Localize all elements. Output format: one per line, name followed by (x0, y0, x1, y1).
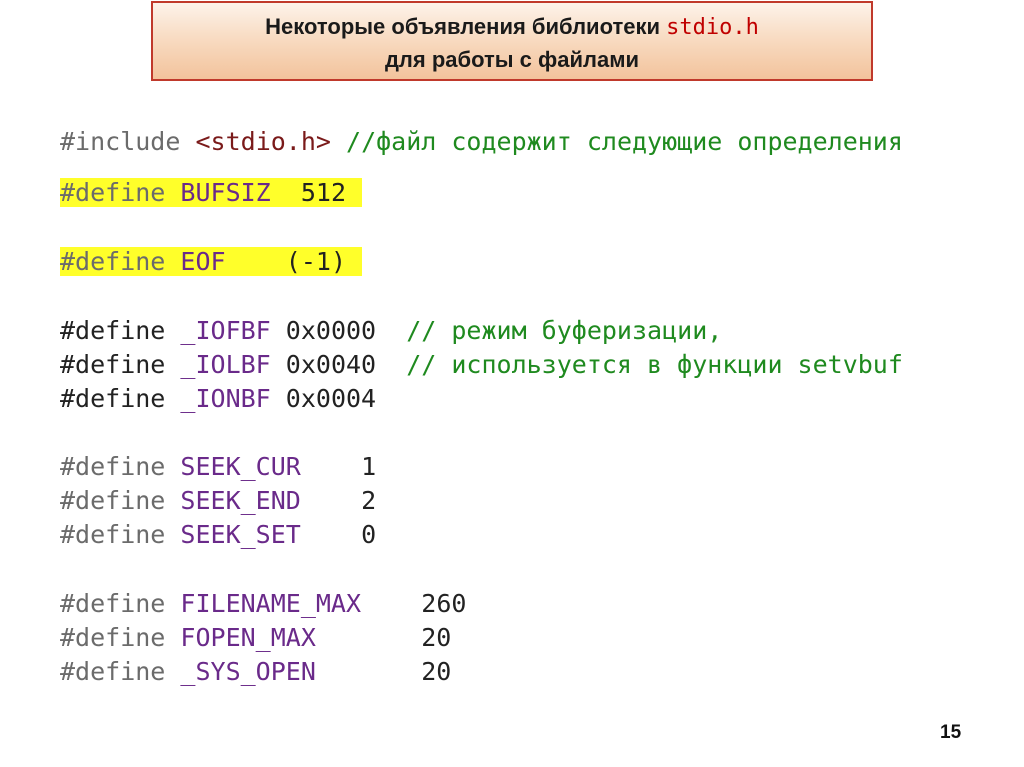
macro-value: 0 (361, 520, 377, 549)
bufsiz-highlight: #define BUFSIZ 512 (60, 178, 362, 207)
code-line: #define FOPEN_MAX 20 (60, 621, 451, 655)
include-directive: #include (60, 127, 181, 156)
macro-name: _IOFBF (180, 316, 271, 345)
include-header: <stdio.h> (195, 127, 331, 156)
macro-value: 2 (361, 486, 377, 515)
code-line: #define _SYS_OPEN 20 (60, 655, 451, 689)
code-line: #define _IONBF 0x0004 (60, 382, 376, 416)
code-comment: // режим буферизации, (406, 316, 723, 345)
define-directive: #define (60, 452, 166, 481)
include-comment: //файл содержит следующие определения (346, 127, 903, 156)
slide-title-box: Некоторые объявления библиотеки stdio.h … (151, 1, 873, 81)
macro-name: _IOLBF (180, 350, 271, 379)
define-directive: #define (60, 384, 166, 413)
code-line-bufsiz: #define BUFSIZ 512 (60, 176, 362, 210)
define-directive: #define (60, 623, 166, 652)
slide-title-line-1: Некоторые объявления библиотеки stdio.h (153, 13, 871, 42)
eof-name: EOF (180, 247, 226, 276)
macro-value: 20 (421, 623, 452, 652)
code-block: #include <stdio.h> //файл содержит следу… (60, 0, 903, 696)
define-directive: #define (60, 589, 166, 618)
page-number: 15 (940, 722, 962, 743)
macro-value: 0x0004 (285, 384, 377, 413)
eof-value: (-1) (285, 247, 347, 276)
title-code-stdio: stdio.h (666, 15, 759, 40)
macro-name: SEEK_SET (180, 520, 301, 549)
macro-name: _SYS_OPEN (180, 657, 316, 686)
code-line: #define SEEK_END 2 (60, 484, 376, 518)
macro-value: 20 (421, 657, 452, 686)
macro-value: 1 (361, 452, 377, 481)
bufsiz-value: 512 (300, 178, 346, 207)
code-line: #define FILENAME_MAX 260 (60, 587, 466, 621)
slide-title-line-2: для работы с файлами (384, 47, 640, 72)
macro-value: 260 (421, 589, 467, 618)
macro-value: 0x0000 (285, 316, 377, 345)
code-comment: // используется в функции setvbuf (406, 350, 903, 379)
define-directive: #define (60, 350, 166, 379)
macro-name: SEEK_CUR (180, 452, 301, 481)
bufsiz-name: BUFSIZ (180, 178, 271, 207)
code-line: #define _IOFBF 0x0000 // режим буферизац… (60, 314, 722, 348)
macro-name: FOPEN_MAX (180, 623, 316, 652)
code-line: #define SEEK_SET 0 (60, 518, 376, 552)
eof-highlight: #define EOF (-1) (60, 247, 363, 276)
define-directive: #define (60, 520, 166, 549)
code-line-eof: #define EOF (-1) (60, 245, 363, 279)
define-directive: #define (60, 316, 166, 345)
macro-name: SEEK_END (180, 486, 301, 515)
define-directive: #define (60, 486, 166, 515)
define-directive: #define (60, 657, 166, 686)
macro-value: 0x0040 (285, 350, 377, 379)
macro-name: FILENAME_MAX (180, 589, 362, 618)
code-line: #define SEEK_CUR 1 (60, 450, 376, 484)
eof-directive: #define (60, 247, 166, 276)
code-line: #define _IOLBF 0x0040 // используется в … (60, 348, 903, 382)
title-text: Некоторые объявления библиотеки (265, 14, 667, 39)
macro-name: _IONBF (180, 384, 271, 413)
bufsiz-directive: #define (60, 178, 166, 207)
code-line-include: #include <stdio.h> //файл содержит следу… (60, 125, 903, 159)
